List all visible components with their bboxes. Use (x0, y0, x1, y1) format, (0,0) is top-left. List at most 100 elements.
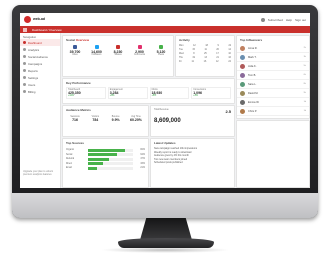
activity-card: Activity Mon 12 18 9 22 Tue 15 11 20 14 Wed 8 25 17 10… (175, 35, 235, 77)
news-line-4[interactable]: Scheduled posts published (151, 161, 234, 165)
social-stat-0: 39,700 Likes (66, 45, 84, 56)
sidebar: Navigation Dashboard Analytics Social Audi… (20, 33, 61, 188)
metric-value: 784 (92, 118, 99, 122)
revenue-badge: 2.5 (225, 109, 231, 114)
avatar (240, 63, 245, 69)
influencer-name: Emma W. (248, 100, 260, 104)
influencer-name: Anna R. (248, 46, 258, 50)
traffic-label: Email (66, 167, 72, 170)
influencer-time: 1d (303, 101, 306, 103)
social-network-icon (73, 45, 77, 49)
traffic-bar-track (88, 166, 133, 170)
kpi-cell-3: Conversions 1,096 +3% (191, 87, 231, 99)
traffic-bar (88, 157, 110, 161)
avatar (240, 108, 245, 114)
sidebar-item-icon (23, 55, 26, 58)
monitor-stand (140, 218, 192, 240)
traffic-value: 21% (140, 167, 145, 170)
kpi-card: Key Performance Total Reach 425,350 +12% En… (62, 78, 235, 104)
sidebar-item-6[interactable]: Users (20, 81, 60, 88)
influencer-name: David M. (248, 91, 259, 95)
news-card: Latest Updates New campaign reached 10k … (150, 138, 235, 188)
metric-3: Avg Time 60.20% (127, 116, 145, 122)
sidebar-footer: Upgrade your plan to unlock premium anal… (23, 170, 53, 176)
traffic-label: Social (66, 153, 73, 156)
sidebar-item-label: Users (28, 82, 36, 87)
influencer-name: Mark T. (248, 55, 257, 59)
sidebar-item-icon (23, 62, 26, 65)
sidebar-item-icon (23, 69, 26, 72)
menu-icon[interactable] (23, 27, 27, 32)
top-right-links: Subscribed Help Sign out (260, 17, 306, 22)
metric-value: 716 (72, 118, 78, 122)
sidebar-item-3[interactable]: Campaigns (20, 60, 60, 67)
social-stat-2: 8,230 Shares (109, 45, 127, 56)
influencer-row-7[interactable]: Chris P. 1d (237, 107, 309, 116)
sidebar-item-2[interactable]: Social Audience (20, 53, 60, 60)
influencer-name: Chris P. (248, 109, 257, 113)
sidebar-item-0[interactable]: Dashboard (20, 39, 60, 46)
activity-cell: 12 (216, 61, 219, 63)
influencer-row-4[interactable]: Sara L. 8h (237, 80, 309, 89)
main-content: Social Overview 39,700 Likes 14,600 Followe… (62, 35, 310, 188)
traffic-label: Organic (66, 149, 75, 152)
monitor-chin (12, 193, 318, 218)
activity-cell: 11 (191, 61, 194, 63)
sidebar-item-7[interactable]: Billing (20, 88, 60, 95)
avatar (240, 90, 245, 96)
influencer-row-1[interactable]: Mark T. 3h (237, 53, 309, 62)
sidebar-item-icon (23, 76, 26, 79)
influencer-row-3[interactable]: Tom B. 6h (237, 71, 309, 80)
breadcrumb: Dashboard / Overview (32, 27, 62, 32)
metric-value: 60.20% (130, 118, 142, 122)
influencer-row-2[interactable]: Julia K. 5h (237, 62, 309, 71)
social-stat-label: Likes (72, 54, 78, 56)
sidebar-item-icon (23, 90, 26, 93)
top-bar: web-ad Subscribed Help Sign out (20, 13, 310, 27)
traffic-value: 64% (140, 153, 145, 156)
sidebar-item-label: Settings (28, 75, 39, 80)
top-link-signout[interactable]: Sign out (295, 18, 306, 22)
notification-icon[interactable] (260, 17, 265, 22)
traffic-bar-track (88, 157, 133, 161)
avatar (240, 81, 245, 87)
social-stat-label: Shares (114, 54, 122, 56)
kpi-delta: +3% (193, 95, 198, 97)
influencers-card: Top Influencers Anna R. 2h Mark T. 3h Julia … (236, 35, 310, 119)
top-link-subscribed[interactable]: Subscribed (268, 18, 283, 22)
traffic-row-4: Email 21% (63, 166, 148, 171)
influencer-row-0[interactable]: Anna R. 2h (237, 44, 309, 53)
social-network-icon (94, 45, 99, 49)
influencer-time: 9h (303, 92, 306, 94)
sidebar-item-icon (23, 83, 26, 86)
influencer-time: 1d (303, 110, 306, 112)
influencer-row-6[interactable]: Emma W. 1d (237, 98, 309, 107)
traffic-bar-track (88, 148, 133, 152)
social-network-icon (116, 45, 120, 49)
activity-row: Fri 11 16 12 24 (179, 61, 231, 65)
metrics-card: Audience Metrics Sessions 716 Visitors 784 B… (62, 105, 149, 137)
sidebar-item-4[interactable]: Reports (20, 67, 60, 74)
monitor-frame: web-ad Subscribed Help Sign out Dashboar… (12, 5, 318, 218)
logo[interactable]: web-ad (24, 16, 45, 23)
kpi-delta: +5% (151, 95, 157, 97)
social-stat-label: Views (157, 54, 165, 56)
traffic-bar (88, 162, 103, 166)
avatar (240, 45, 245, 51)
social-stat-3: 2,900 Comments (131, 45, 149, 56)
social-overview-card: Social Overview 39,700 Likes 14,600 Followe… (62, 35, 174, 77)
metric-value: 9.9% (111, 118, 120, 122)
sidebar-item-5[interactable]: Settings (20, 74, 60, 81)
influencer-time: 8h (303, 83, 306, 85)
top-link-help[interactable]: Help (286, 18, 292, 22)
sidebar-item-label: Reports (28, 68, 38, 73)
traffic-bar (88, 153, 117, 157)
screen: web-ad Subscribed Help Sign out Dashboar… (20, 13, 310, 188)
sidebar-item-1[interactable]: Analytics (20, 46, 60, 53)
summary-card (236, 120, 310, 188)
traffic-bar (88, 166, 98, 170)
influencer-row-5[interactable]: David M. 9h (237, 89, 309, 98)
influencer-time: 2h (303, 47, 306, 49)
traffic-label: Direct (66, 162, 72, 165)
kpi-cell-0: Total Reach 425,350 +12% (66, 87, 106, 99)
